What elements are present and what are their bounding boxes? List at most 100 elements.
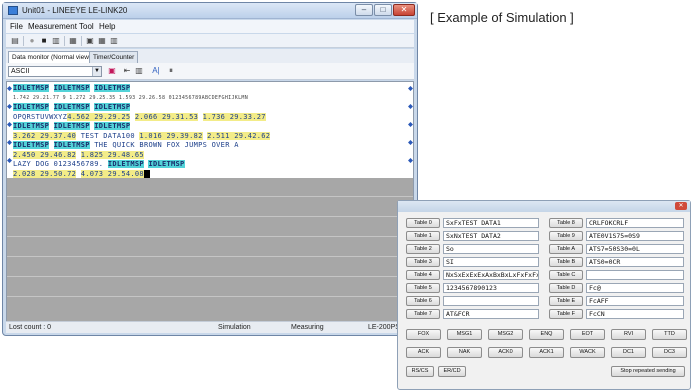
row-marker-icon: [408, 158, 413, 163]
idle-marker: TMSP: [112, 84, 131, 92]
table-button[interactable]: Table 4: [406, 270, 440, 280]
minimize-button[interactable]: –: [355, 4, 373, 16]
table-button[interactable]: Table 1: [406, 231, 440, 241]
table-value-field[interactable]: So: [443, 244, 539, 254]
code-select[interactable]: ASCII ▼: [8, 66, 102, 77]
table-button[interactable]: Table 5: [406, 283, 440, 293]
table-button[interactable]: Table D: [549, 283, 583, 293]
table-value-field[interactable]: CRLFOKCRLF: [586, 218, 684, 228]
table-button[interactable]: Table E: [549, 296, 583, 306]
jump-icon[interactable]: ▥: [134, 66, 144, 76]
row-marker-icon: [7, 86, 12, 91]
close-icon[interactable]: ✕: [675, 202, 687, 210]
table-value-field[interactable]: ATS0=0CR: [586, 257, 684, 267]
filter-icon[interactable]: ⇤: [122, 66, 132, 76]
monitor-row: IDLETMSP IDLETMSP IDLETMSP: [13, 103, 407, 111]
table-value-field[interactable]: ATE0V1S75=0S9: [586, 231, 684, 241]
control-button[interactable]: ACK1: [529, 347, 564, 358]
table-value-field[interactable]: SxFxTEST DATA1: [443, 218, 539, 228]
control-button[interactable]: TTD: [652, 329, 687, 340]
data-monitor[interactable]: IDLETMSP IDLETMSP IDLETMSP 1.742 29.21.77…: [6, 81, 414, 322]
display-icon[interactable]: ▣: [107, 66, 117, 76]
table-button[interactable]: Table B: [549, 257, 583, 267]
status-bar: Lost count : 0 Simulation Measuring LE-2…: [6, 321, 414, 333]
control-button[interactable]: ACK: [406, 347, 441, 358]
table-button[interactable]: Table F: [549, 309, 583, 319]
menu-file[interactable]: File: [10, 22, 23, 31]
monitor-row: OPQRSTUVWXYZ4.562 29.29.25 2.066 29.31.5…: [13, 112, 407, 121]
table-button[interactable]: Table 3: [406, 257, 440, 267]
tab-data-monitor[interactable]: Data monitor (Normal view): [8, 51, 96, 63]
menu-bar: File Measurement Tool Help: [6, 20, 414, 33]
control-button[interactable]: DC1: [611, 347, 646, 358]
table-value-field[interactable]: SI: [443, 257, 539, 267]
layout-icon[interactable]: ▦: [97, 36, 107, 46]
control-button[interactable]: NAK: [447, 347, 482, 358]
text-cursor: [143, 169, 150, 178]
menu-help[interactable]: Help: [99, 22, 115, 31]
table-button[interactable]: Table C: [549, 270, 583, 280]
table-button[interactable]: Table 7: [406, 309, 440, 319]
save-icon[interactable]: ▤: [10, 36, 20, 46]
monitor-row: LAZY DOG 0123456789. IDLETMSP IDLETMSP: [13, 160, 407, 168]
table-button[interactable]: Table 6: [406, 296, 440, 306]
chevron-down-icon: ▼: [92, 67, 101, 76]
print-icon[interactable]: ▥: [51, 36, 61, 46]
monitor-row: 2.450 29.46.82 1.825 29.48.65: [13, 150, 407, 159]
timestamp-marker: 2.028 29.50.72: [13, 169, 77, 178]
control-button[interactable]: ENQ: [529, 329, 564, 340]
close-button[interactable]: ✕: [393, 4, 415, 16]
control-button[interactable]: FOX: [406, 329, 441, 340]
idle-marker: TMSP: [112, 103, 131, 111]
monitor-row: 1.742 29.21.77 9 1.272 29.25.35 1.593 29…: [13, 94, 407, 102]
idle-marker: IDLE: [107, 160, 126, 168]
menu-tool[interactable]: Tool: [79, 22, 94, 31]
pause-icon[interactable]: ⏸: [166, 66, 176, 76]
control-button[interactable]: DC3: [652, 347, 687, 358]
control-button[interactable]: WACK: [570, 347, 605, 358]
copy-icon[interactable]: ▦: [68, 36, 78, 46]
record-icon[interactable]: ●: [27, 36, 37, 46]
app-icon: [8, 6, 18, 15]
divider: [7, 196, 413, 197]
stop-repeated-sending-button[interactable]: Stop repeated sending: [611, 366, 685, 377]
row-text: 1.742 29.21.77 9 1.272 29.25.35 1.593 29…: [13, 94, 249, 101]
idle-marker: TMSP: [125, 160, 144, 168]
table-value-field[interactable]: SxNxTEST DATA2: [443, 231, 539, 241]
simulation-panel: ✕ Table 0 SxFxTEST DATA1 Table 8 CRLFOKCRLF…: [397, 200, 691, 390]
idle-marker: IDLE: [53, 122, 72, 130]
idle-marker: IDLE: [13, 122, 32, 130]
ai-icon[interactable]: A|: [149, 66, 163, 76]
control-button[interactable]: ACK0: [488, 347, 523, 358]
menu-measurement[interactable]: Measurement: [28, 22, 77, 31]
settings-icon[interactable]: ▥: [109, 36, 119, 46]
tab-timer-counter[interactable]: Timer/Counter: [89, 51, 139, 63]
timestamp-marker: 2.066 29.31.53: [134, 112, 199, 121]
table-button[interactable]: Table 2: [406, 244, 440, 254]
window-icon[interactable]: ▣: [85, 36, 95, 46]
table-value-field[interactable]: 1234567890123: [443, 283, 539, 293]
table-button[interactable]: Table 0: [406, 218, 440, 228]
table-value-field[interactable]: AT&FCR: [443, 309, 539, 319]
table-button[interactable]: Table 9: [549, 231, 583, 241]
table-value-field[interactable]: FcCN: [586, 309, 684, 319]
stop-icon[interactable]: ■: [39, 36, 49, 46]
control-button[interactable]: RVI: [611, 329, 646, 340]
control-button[interactable]: MSG1: [447, 329, 482, 340]
rs-cs-button[interactable]: RS/CS: [406, 366, 434, 377]
table-value-field[interactable]: FcAFF: [586, 296, 684, 306]
control-button[interactable]: EOT: [570, 329, 605, 340]
table-value-field[interactable]: [443, 296, 539, 306]
table-value-field[interactable]: [586, 270, 684, 280]
table-button[interactable]: Table 8: [549, 218, 583, 228]
idle-marker: IDLE: [13, 141, 32, 149]
row-marker-icon: [7, 104, 12, 109]
table-button[interactable]: Table A: [549, 244, 583, 254]
table-value-field[interactable]: Fc@: [586, 283, 684, 293]
er-cd-button[interactable]: ER/CD: [438, 366, 466, 377]
table-value-field[interactable]: ATS7=50S30=0L: [586, 244, 684, 254]
maximize-button[interactable]: □: [374, 4, 392, 16]
control-button[interactable]: MSG2: [488, 329, 523, 340]
idle-marker: IDLE: [13, 84, 32, 92]
table-value-field[interactable]: NxSxExExExAxBxBxLxFxFxFx: [443, 270, 539, 280]
